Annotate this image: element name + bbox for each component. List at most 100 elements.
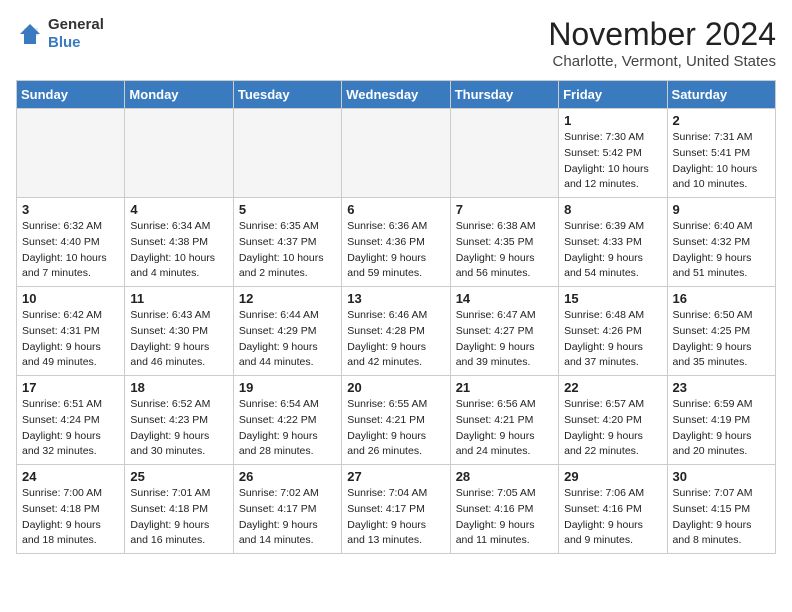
day-info: Sunrise: 6:36 AM Sunset: 4:36 PM Dayligh…	[347, 219, 444, 282]
day-number: 4	[130, 202, 227, 217]
day-cell: 26 Sunrise: 7:02 AM Sunset: 4:17 PM Dayli…	[233, 465, 341, 554]
calendar-table: SundayMondayTuesdayWednesdayThursdayFrid…	[16, 80, 776, 554]
day-info: Sunrise: 6:38 AM Sunset: 4:35 PM Dayligh…	[456, 219, 553, 282]
day-number: 5	[239, 202, 336, 217]
day-info: Sunrise: 7:04 AM Sunset: 4:17 PM Dayligh…	[347, 486, 444, 549]
day-info: Sunrise: 6:46 AM Sunset: 4:28 PM Dayligh…	[347, 308, 444, 371]
day-number: 13	[347, 291, 444, 306]
logo-icon	[16, 20, 44, 48]
day-header-thursday: Thursday	[450, 81, 558, 109]
day-cell: 6 Sunrise: 6:36 AM Sunset: 4:36 PM Daylig…	[342, 198, 450, 287]
day-info: Sunrise: 6:42 AM Sunset: 4:31 PM Dayligh…	[22, 308, 119, 371]
day-number: 10	[22, 291, 119, 306]
day-number: 12	[239, 291, 336, 306]
day-info: Sunrise: 6:54 AM Sunset: 4:22 PM Dayligh…	[239, 397, 336, 460]
day-number: 7	[456, 202, 553, 217]
day-info: Sunrise: 6:34 AM Sunset: 4:38 PM Dayligh…	[130, 219, 227, 282]
day-cell: 20 Sunrise: 6:55 AM Sunset: 4:21 PM Dayli…	[342, 376, 450, 465]
day-number: 6	[347, 202, 444, 217]
day-info: Sunrise: 7:31 AM Sunset: 5:41 PM Dayligh…	[673, 130, 770, 193]
day-number: 11	[130, 291, 227, 306]
day-header-tuesday: Tuesday	[233, 81, 341, 109]
day-info: Sunrise: 6:59 AM Sunset: 4:19 PM Dayligh…	[673, 397, 770, 460]
day-info: Sunrise: 6:51 AM Sunset: 4:24 PM Dayligh…	[22, 397, 119, 460]
day-cell: 25 Sunrise: 7:01 AM Sunset: 4:18 PM Dayli…	[125, 465, 233, 554]
day-cell: 18Sunrise: 6:52 AM Sunset: 4:23 PM Dayli…	[125, 376, 233, 465]
day-number: 20	[347, 380, 444, 395]
day-cell: 2Sunrise: 7:31 AM Sunset: 5:41 PM Daylig…	[667, 109, 775, 198]
day-number: 14	[456, 291, 553, 306]
day-cell	[17, 109, 125, 198]
day-header-saturday: Saturday	[667, 81, 775, 109]
week-row-2: 3Sunrise: 6:32 AM Sunset: 4:40 PM Daylig…	[17, 198, 776, 287]
week-row-5: 24Sunrise: 7:00 AM Sunset: 4:18 PM Dayli…	[17, 465, 776, 554]
day-info: Sunrise: 6:39 AM Sunset: 4:33 PM Dayligh…	[564, 219, 661, 282]
day-info: Sunrise: 6:48 AM Sunset: 4:26 PM Dayligh…	[564, 308, 661, 371]
day-cell: 5 Sunrise: 6:35 AM Sunset: 4:37 PM Daylig…	[233, 198, 341, 287]
day-cell: 29 Sunrise: 7:06 AM Sunset: 4:16 PM Dayli…	[559, 465, 667, 554]
day-cell: 30Sunrise: 7:07 AM Sunset: 4:15 PM Dayli…	[667, 465, 775, 554]
day-number: 8	[564, 202, 661, 217]
day-info: Sunrise: 7:06 AM Sunset: 4:16 PM Dayligh…	[564, 486, 661, 549]
day-info: Sunrise: 7:02 AM Sunset: 4:17 PM Dayligh…	[239, 486, 336, 549]
day-info: Sunrise: 6:43 AM Sunset: 4:30 PM Dayligh…	[130, 308, 227, 371]
week-row-3: 10 Sunrise: 6:42 AM Sunset: 4:31 PM Dayli…	[17, 287, 776, 376]
day-cell: 10 Sunrise: 6:42 AM Sunset: 4:31 PM Dayli…	[17, 287, 125, 376]
day-cell: 9 Sunrise: 6:40 AM Sunset: 4:32 PM Daylig…	[667, 198, 775, 287]
day-cell: 22 Sunrise: 6:57 AM Sunset: 4:20 PM Dayli…	[559, 376, 667, 465]
header-row: SundayMondayTuesdayWednesdayThursdayFrid…	[17, 81, 776, 109]
day-number: 22	[564, 380, 661, 395]
week-row-4: 17 Sunrise: 6:51 AM Sunset: 4:24 PM Dayli…	[17, 376, 776, 465]
day-header-monday: Monday	[125, 81, 233, 109]
day-header-friday: Friday	[559, 81, 667, 109]
day-info: Sunrise: 7:07 AM Sunset: 4:15 PM Dayligh…	[673, 486, 770, 549]
day-number: 9	[673, 202, 770, 217]
day-cell: 3Sunrise: 6:32 AM Sunset: 4:40 PM Daylig…	[17, 198, 125, 287]
day-info: Sunrise: 6:35 AM Sunset: 4:37 PM Dayligh…	[239, 219, 336, 282]
day-number: 15	[564, 291, 661, 306]
day-info: Sunrise: 6:55 AM Sunset: 4:21 PM Dayligh…	[347, 397, 444, 460]
day-number: 25	[130, 469, 227, 484]
day-number: 1	[564, 113, 661, 128]
day-info: Sunrise: 6:50 AM Sunset: 4:25 PM Dayligh…	[673, 308, 770, 371]
day-cell: 17 Sunrise: 6:51 AM Sunset: 4:24 PM Dayli…	[17, 376, 125, 465]
day-cell	[233, 109, 341, 198]
day-number: 24	[22, 469, 119, 484]
day-number: 21	[456, 380, 553, 395]
day-number: 3	[22, 202, 119, 217]
day-info: Sunrise: 6:40 AM Sunset: 4:32 PM Dayligh…	[673, 219, 770, 282]
day-cell: 16Sunrise: 6:50 AM Sunset: 4:25 PM Dayli…	[667, 287, 775, 376]
day-info: Sunrise: 6:57 AM Sunset: 4:20 PM Dayligh…	[564, 397, 661, 460]
day-cell: 23 Sunrise: 6:59 AM Sunset: 4:19 PM Dayli…	[667, 376, 775, 465]
title-area: November 2024 Charlotte, Vermont, United…	[548, 16, 776, 70]
day-number: 23	[673, 380, 770, 395]
day-info: Sunrise: 7:05 AM Sunset: 4:16 PM Dayligh…	[456, 486, 553, 549]
day-number: 26	[239, 469, 336, 484]
day-number: 28	[456, 469, 553, 484]
day-cell: 21Sunrise: 6:56 AM Sunset: 4:21 PM Dayli…	[450, 376, 558, 465]
day-number: 19	[239, 380, 336, 395]
day-info: Sunrise: 6:52 AM Sunset: 4:23 PM Dayligh…	[130, 397, 227, 460]
day-info: Sunrise: 7:30 AM Sunset: 5:42 PM Dayligh…	[564, 130, 661, 193]
day-header-wednesday: Wednesday	[342, 81, 450, 109]
day-cell: 15 Sunrise: 6:48 AM Sunset: 4:26 PM Dayli…	[559, 287, 667, 376]
day-number: 17	[22, 380, 119, 395]
day-cell: 8 Sunrise: 6:39 AM Sunset: 4:33 PM Daylig…	[559, 198, 667, 287]
day-cell: 19 Sunrise: 6:54 AM Sunset: 4:22 PM Dayli…	[233, 376, 341, 465]
day-cell: 1 Sunrise: 7:30 AM Sunset: 5:42 PM Daylig…	[559, 109, 667, 198]
day-cell: 12Sunrise: 6:44 AM Sunset: 4:29 PM Dayli…	[233, 287, 341, 376]
day-cell: 7 Sunrise: 6:38 AM Sunset: 4:35 PM Daylig…	[450, 198, 558, 287]
day-cell: 13 Sunrise: 6:46 AM Sunset: 4:28 PM Dayli…	[342, 287, 450, 376]
day-header-sunday: Sunday	[17, 81, 125, 109]
day-info: Sunrise: 7:01 AM Sunset: 4:18 PM Dayligh…	[130, 486, 227, 549]
day-info: Sunrise: 6:47 AM Sunset: 4:27 PM Dayligh…	[456, 308, 553, 371]
day-cell: 24Sunrise: 7:00 AM Sunset: 4:18 PM Dayli…	[17, 465, 125, 554]
day-cell: 28 Sunrise: 7:05 AM Sunset: 4:16 PM Dayli…	[450, 465, 558, 554]
day-cell: 27 Sunrise: 7:04 AM Sunset: 4:17 PM Dayli…	[342, 465, 450, 554]
month-title: November 2024	[548, 16, 776, 53]
header: General Blue November 2024 Charlotte, Ve…	[16, 16, 776, 70]
day-cell: 11 Sunrise: 6:43 AM Sunset: 4:30 PM Dayli…	[125, 287, 233, 376]
day-number: 27	[347, 469, 444, 484]
logo: General Blue	[16, 16, 104, 52]
day-number: 29	[564, 469, 661, 484]
